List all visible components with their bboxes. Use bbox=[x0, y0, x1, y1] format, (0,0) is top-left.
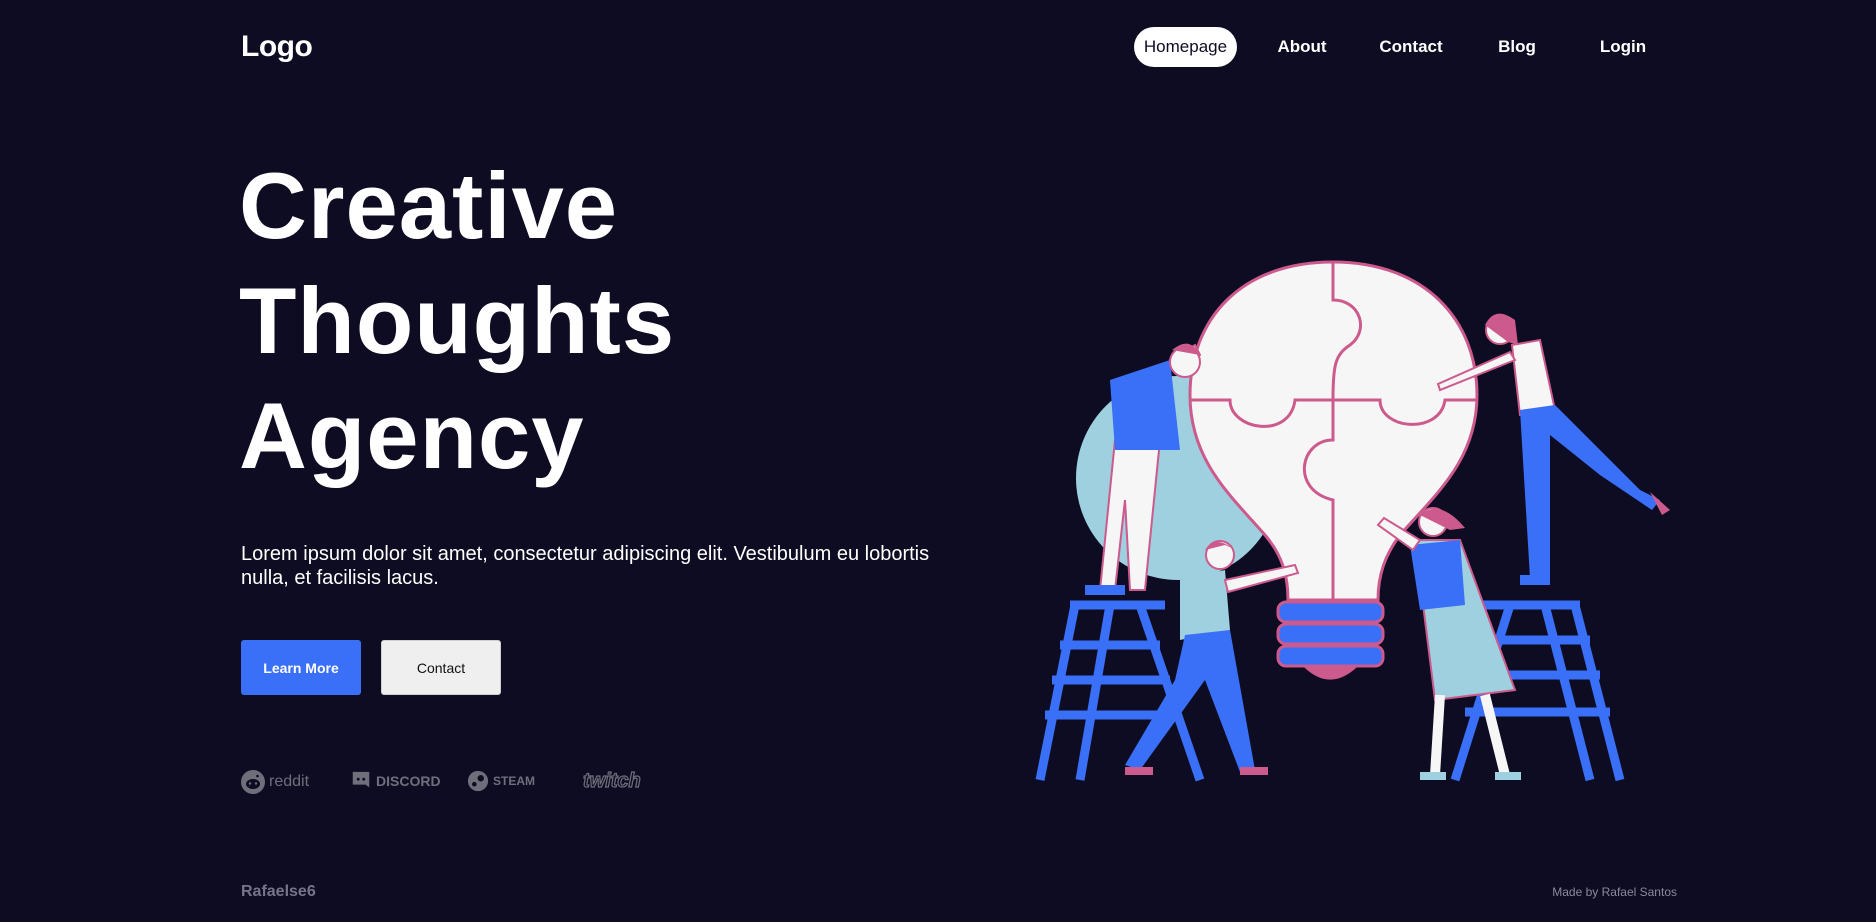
brand-twitch: twitch bbox=[579, 769, 641, 793]
logo[interactable]: Logo bbox=[241, 30, 313, 64]
footer-username: Rafaelse6 bbox=[241, 883, 316, 900]
brand-discord: DISCORD bbox=[350, 770, 441, 792]
nav-blog[interactable]: Blog bbox=[1484, 27, 1550, 67]
brand-label: STEAM bbox=[493, 774, 535, 788]
hero-title-line: Agency bbox=[239, 383, 585, 488]
brand-label: DISCORD bbox=[376, 773, 441, 789]
footer-credit: Made by Rafael Santos bbox=[1552, 885, 1677, 899]
hero-title-line: Thoughts bbox=[239, 268, 676, 373]
twitch-icon: twitch bbox=[582, 769, 641, 792]
nav-homepage[interactable]: Homepage bbox=[1134, 27, 1237, 67]
hero-title: Creative Thoughts Agency bbox=[239, 148, 675, 493]
nav-contact[interactable]: Contact bbox=[1366, 27, 1456, 67]
lightbulb-puzzle-illustration bbox=[1035, 260, 1670, 782]
contact-button[interactable]: Contact bbox=[381, 640, 501, 695]
steam-icon bbox=[467, 770, 489, 792]
nav-about[interactable]: About bbox=[1262, 27, 1342, 67]
brand-label: reddit bbox=[269, 773, 310, 790]
brand-steam: STEAM bbox=[467, 770, 535, 792]
hero-title-line: Creative bbox=[239, 153, 618, 258]
discord-icon bbox=[352, 771, 370, 788]
nav-login[interactable]: Login bbox=[1588, 27, 1658, 67]
brand-reddit: reddit bbox=[241, 770, 309, 794]
hero-description: Lorem ipsum dolor sit amet, consectetur … bbox=[241, 543, 930, 589]
bulb-base bbox=[1276, 600, 1385, 680]
reddit-icon bbox=[241, 770, 265, 794]
learn-more-button[interactable]: Learn More bbox=[241, 640, 361, 695]
